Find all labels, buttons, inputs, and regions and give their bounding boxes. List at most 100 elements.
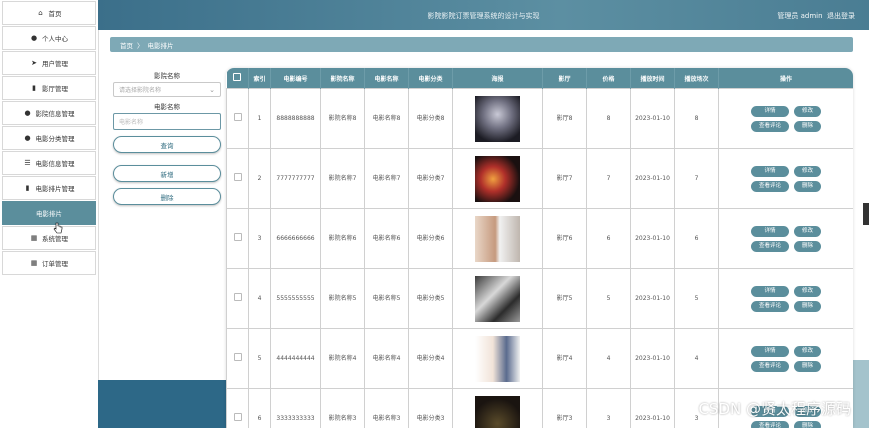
row-checkbox-cell: [226, 388, 249, 428]
detail-button[interactable]: 详情: [750, 285, 789, 297]
cell-price: 8: [586, 88, 631, 149]
sidebar: ⌂ 首页 ● 个人中心 ➤ 用户管理 ▮ 影厅管理 ● 影院信息管理 ● 电影分类管理 ☰ 电影信息管理 ▮…: [0, 0, 99, 428]
home-icon: ⌂: [38, 8, 43, 17]
column-header: 价格: [586, 68, 631, 89]
view-comments-button[interactable]: 查看评论: [750, 420, 789, 428]
cell-price: 5: [586, 268, 631, 329]
column-header: 播放时间: [630, 68, 675, 89]
edit-button[interactable]: 修改: [794, 345, 822, 357]
cell-code: 7777777777: [270, 148, 321, 209]
row-checkbox[interactable]: [233, 292, 242, 301]
cell-time: 2023-01-10: [630, 268, 675, 329]
delete-button[interactable]: 删除: [113, 188, 221, 205]
schedule-table-wrapper: 索引 电影编号 影院名称 电影名称 电影分类 海报 影厅 价格 播放时间 播放场次 操作 1 8888…: [226, 68, 853, 428]
sidebar-item-label: 影厅管理: [42, 85, 68, 93]
edit-button[interactable]: 修改: [794, 225, 822, 237]
hand-cursor-icon: [53, 222, 63, 234]
cell-index: 3: [248, 208, 271, 269]
row-actions: 详情 修改 查看评论 删除: [721, 165, 851, 192]
view-comments-button[interactable]: 查看评论: [750, 180, 789, 192]
sidebar-item-label: 个人中心: [42, 35, 68, 43]
scrollbar-thumb[interactable]: [863, 203, 869, 225]
row-delete-button[interactable]: 删除: [794, 240, 822, 252]
logout-link[interactable]: 退出登录: [827, 12, 855, 20]
movie-name-input[interactable]: 电影名称: [113, 113, 221, 130]
row-checkbox[interactable]: [233, 412, 242, 421]
view-comments-button[interactable]: 查看评论: [750, 360, 789, 372]
sliders-icon: ☰: [24, 158, 31, 167]
select-all-checkbox[interactable]: [233, 73, 242, 81]
row-checkbox[interactable]: [233, 232, 242, 241]
sidebar-item[interactable]: ● 电影分类管理: [2, 126, 96, 150]
cell-code: 8888888888: [270, 88, 321, 149]
view-comments-button[interactable]: 查看评论: [750, 300, 789, 312]
breadcrumb-separator: 〉: [137, 41, 144, 50]
sidebar-item[interactable]: ● 影院信息管理: [2, 101, 96, 125]
table-row: 3 6666666666 影院名称6 电影名称6 电影分类6 影厅6 6 2023-01-10…: [226, 208, 853, 269]
sidebar-item[interactable]: ▦ 系统管理: [2, 226, 96, 250]
building-icon: ▮: [32, 83, 36, 92]
column-header: 电影分类: [408, 68, 453, 89]
cell-price: 3: [586, 388, 631, 428]
sidebar-item[interactable]: ● 个人中心: [2, 26, 96, 50]
detail-button[interactable]: 详情: [750, 165, 789, 177]
sidebar-item[interactable]: ⌂ 首页: [2, 1, 96, 25]
cell-category: 电影分类3: [408, 388, 453, 428]
cell-category: 电影分类7: [408, 148, 453, 209]
sidebar-item[interactable]: ▦ 订单管理: [2, 251, 96, 275]
search-panel: 影院名称 请选择影院名称 ⌄ 电影名称 电影名称 查询 新增 删除: [113, 70, 221, 205]
schedule-table: 索引 电影编号 影院名称 电影名称 电影分类 海报 影厅 价格 播放时间 播放场次 操作 1 8888…: [226, 68, 853, 428]
edit-button[interactable]: 修改: [794, 105, 822, 117]
cinema-name-select[interactable]: 请选择影院名称 ⌄: [113, 82, 221, 97]
sidebar-item[interactable]: ☰ 电影信息管理: [2, 151, 96, 175]
sidebar-item[interactable]: ▮ 影厅管理: [2, 76, 96, 100]
detail-button[interactable]: 详情: [750, 345, 789, 357]
table-row: 5 4444444444 影院名称4 电影名称4 电影分类4 影厅4 4 2023-01-10…: [226, 328, 853, 389]
row-checkbox[interactable]: [233, 352, 242, 361]
cell-index: 1: [248, 88, 271, 149]
sidebar-item[interactable]: 电影排片: [2, 201, 96, 225]
poster-cell: [452, 268, 543, 329]
row-actions: 详情 修改 查看评论 删除: [721, 345, 851, 372]
row-delete-button[interactable]: 删除: [794, 360, 822, 372]
cell-session: 6: [674, 208, 719, 269]
row-checkbox-cell: [226, 268, 249, 329]
edit-button[interactable]: 修改: [794, 165, 822, 177]
row-checkbox[interactable]: [233, 172, 242, 181]
column-header: 操作: [718, 68, 853, 89]
sidebar-item[interactable]: ➤ 用户管理: [2, 51, 96, 75]
top-header: 影院影院订票管理系统的设计与实现 管理员 admin 退出登录: [98, 0, 869, 30]
cell-code: 5555555555: [270, 268, 321, 329]
row-delete-button[interactable]: 删除: [794, 120, 822, 132]
cell-price: 6: [586, 208, 631, 269]
cell-cinema: 影院名称6: [320, 208, 365, 269]
cell-index: 6: [248, 388, 271, 428]
breadcrumb-home[interactable]: 首页: [120, 40, 133, 50]
sidebar-item[interactable]: ▮ 电影排片管理: [2, 176, 96, 200]
row-actions: 详情 修改 查看评论 删除: [721, 285, 851, 312]
person-icon: ●: [24, 133, 31, 142]
cell-category: 电影分类4: [408, 328, 453, 389]
row-delete-button[interactable]: 删除: [794, 420, 822, 428]
row-delete-button[interactable]: 删除: [794, 300, 822, 312]
sidebar-item-label: 首页: [48, 10, 62, 18]
cell-time: 2023-01-10: [630, 328, 675, 389]
query-button[interactable]: 查询: [113, 136, 221, 153]
detail-button[interactable]: 详情: [750, 105, 789, 117]
view-comments-button[interactable]: 查看评论: [750, 120, 789, 132]
cell-code: 3333333333: [270, 388, 321, 428]
row-checkbox-cell: [226, 148, 249, 209]
movie-poster-image: [475, 335, 520, 382]
cell-category: 电影分类8: [408, 88, 453, 149]
view-comments-button[interactable]: 查看评论: [750, 240, 789, 252]
edit-button[interactable]: 修改: [794, 285, 822, 297]
cell-session: 5: [674, 268, 719, 329]
poster-cell: [452, 208, 543, 269]
add-button[interactable]: 新增: [113, 165, 221, 182]
cell-session: 4: [674, 328, 719, 389]
detail-button[interactable]: 详情: [750, 225, 789, 237]
row-checkbox[interactable]: [233, 112, 242, 121]
csdn-watermark: CSDN @贤太程序源码: [698, 400, 851, 418]
cinema-select-placeholder: 请选择影院名称: [119, 87, 162, 94]
row-delete-button[interactable]: 删除: [794, 180, 822, 192]
